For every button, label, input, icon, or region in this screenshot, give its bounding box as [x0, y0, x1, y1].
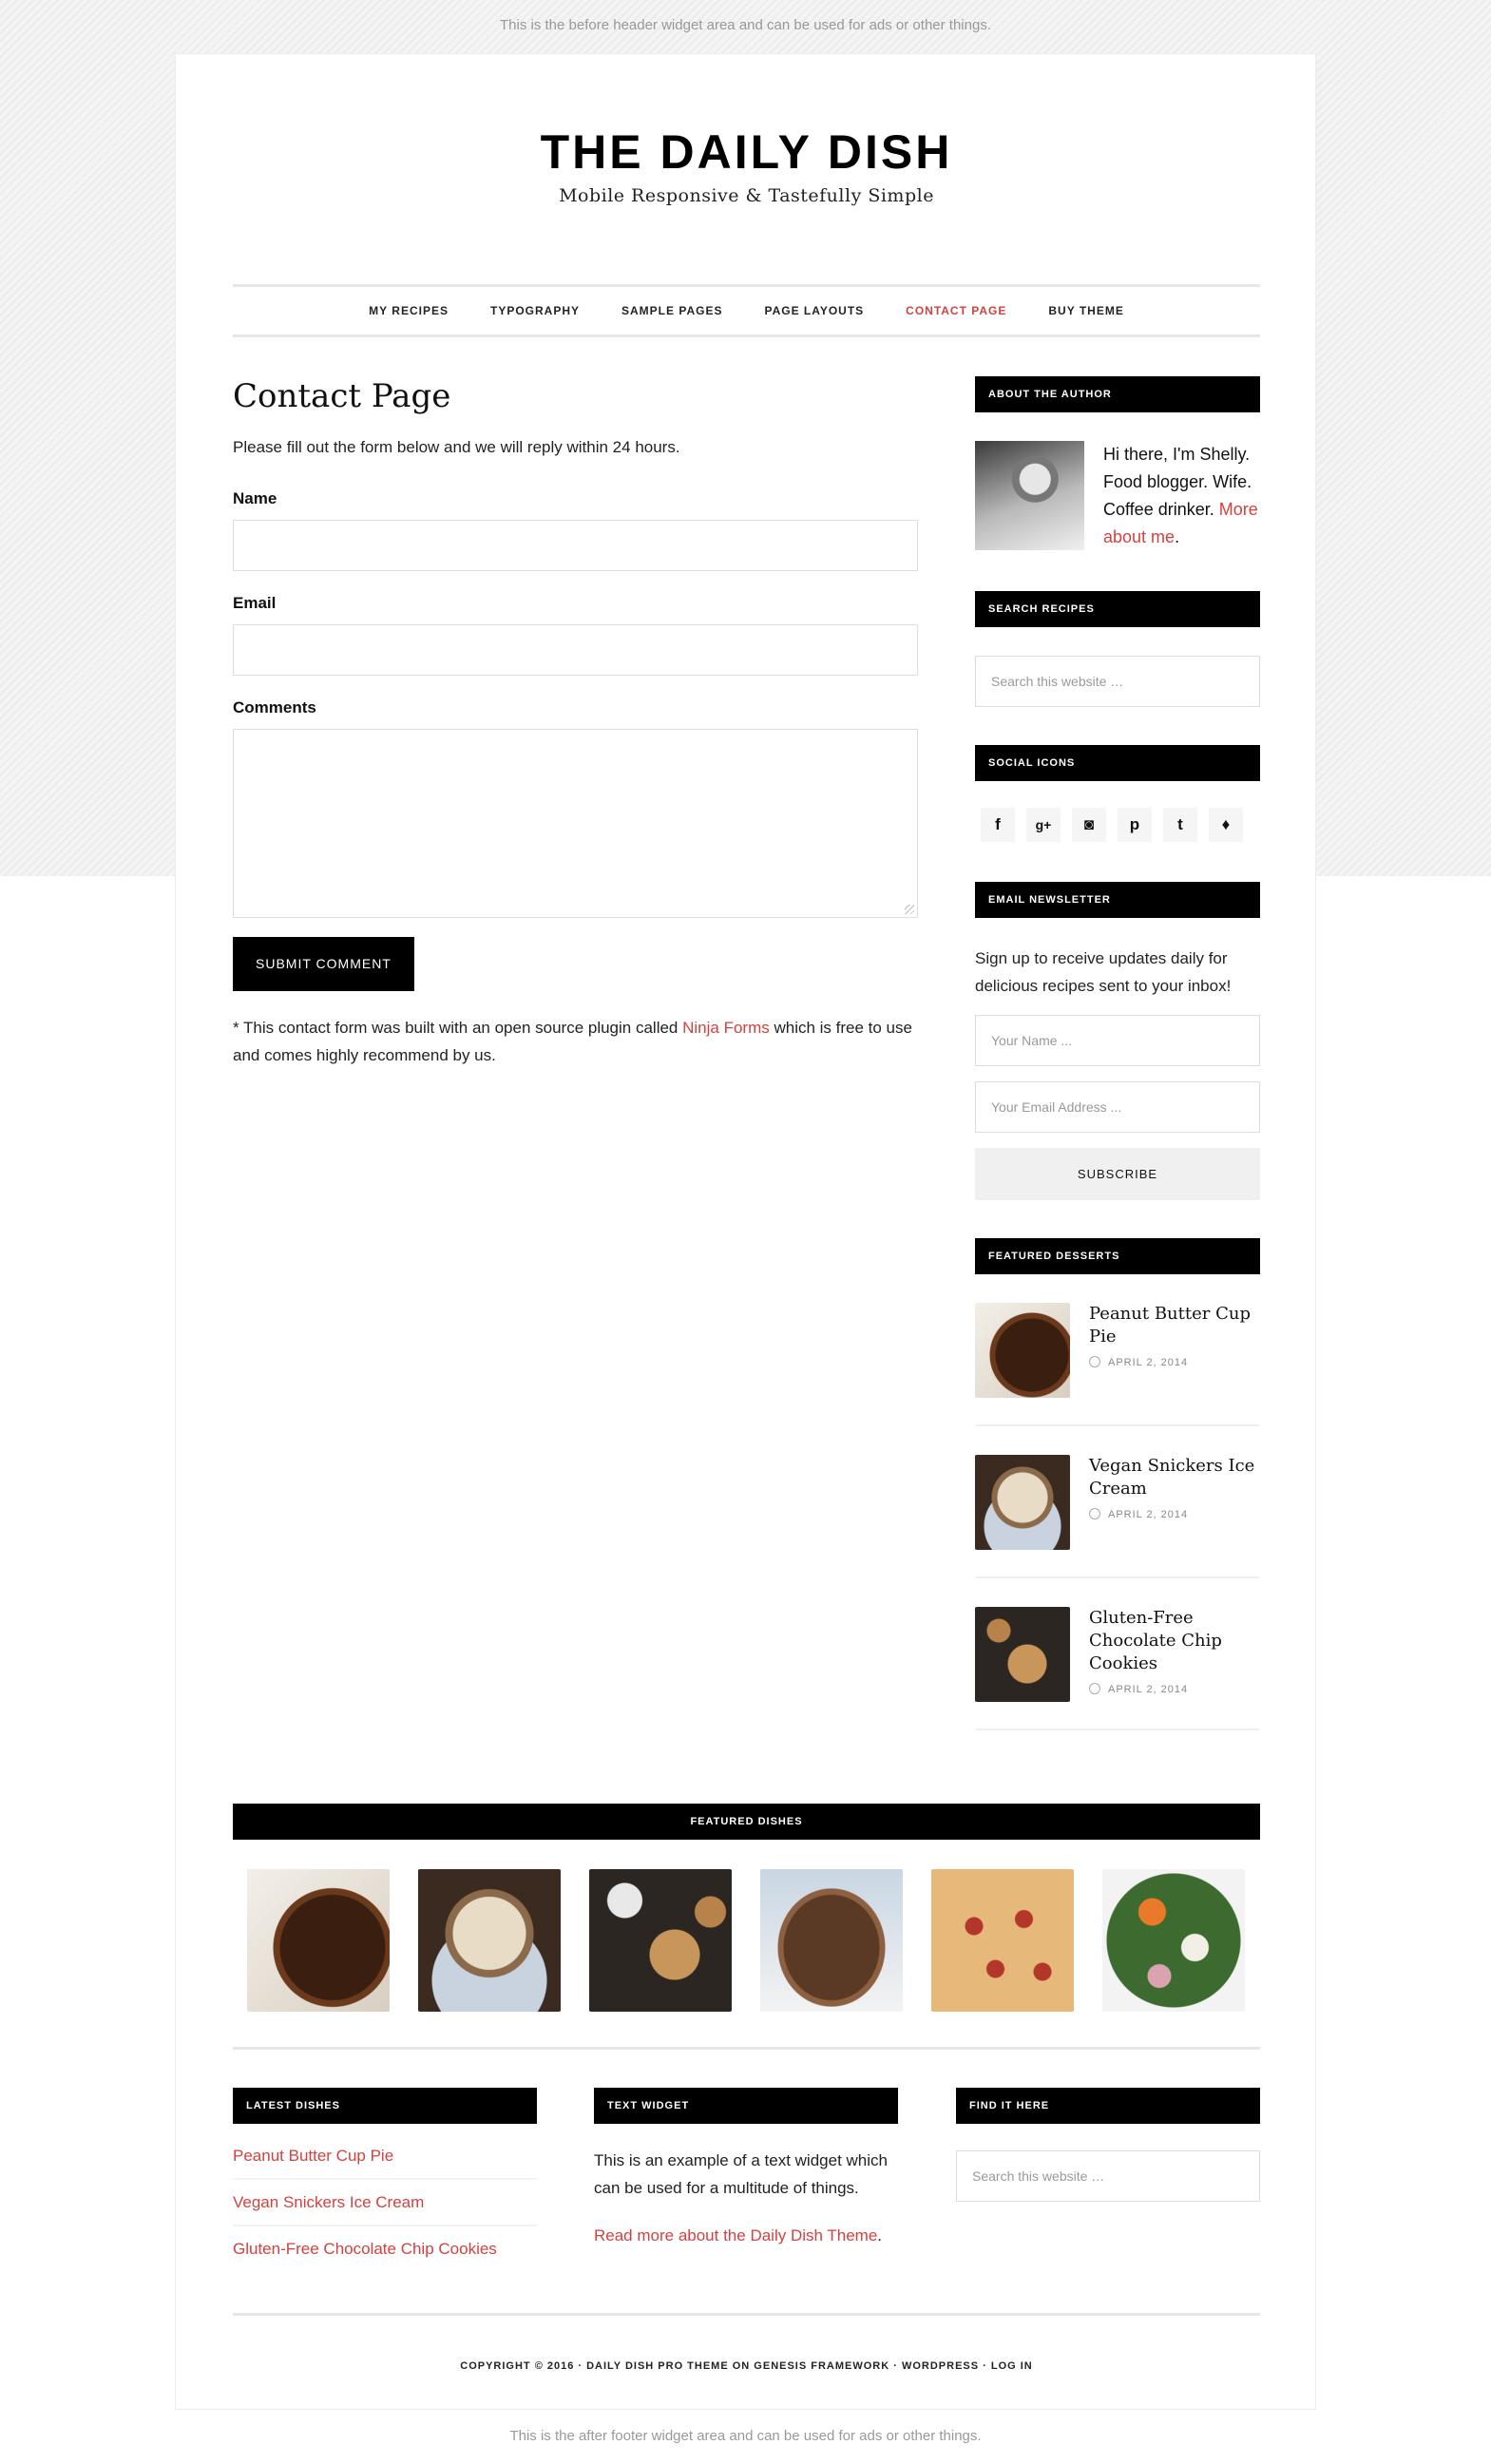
featured-dishes-row: [247, 1869, 1245, 2012]
footer-widget-find: FIND IT HERE Search this website …: [956, 2088, 1260, 2202]
nav-item-my-recipes[interactable]: MY RECIPES: [348, 304, 469, 317]
tumblr-icon[interactable]: t: [1163, 808, 1197, 842]
main-content: Contact Page Please fill out the form be…: [233, 377, 918, 1069]
footer-divider: [233, 2313, 1260, 2316]
nav-item-typography[interactable]: TYPOGRAPHY: [469, 304, 601, 317]
search-recipes-title: SEARCH RECIPES: [975, 591, 1260, 627]
subscribe-button[interactable]: SUBSCRIBE: [975, 1148, 1260, 1200]
ninja-forms-link[interactable]: Ninja Forms: [682, 1019, 770, 1037]
dessert-title[interactable]: Peanut Butter Cup Pie: [1089, 1303, 1260, 1348]
latest-dish-link[interactable]: Vegan Snickers Ice Cream: [233, 2180, 537, 2226]
newsletter-email-input[interactable]: Your Email Address ...: [975, 1081, 1260, 1133]
footer-search-input[interactable]: Search this website …: [956, 2150, 1260, 2202]
featured-dishes-title: FEATURED DISHES: [233, 1804, 1260, 1840]
after-footer-widget: This is the after footer widget area and…: [509, 2428, 982, 2444]
email-field[interactable]: [233, 624, 918, 676]
read-more-link[interactable]: Read more about the Daily Dish Theme: [594, 2226, 877, 2244]
sidebar-search-input[interactable]: Search this website …: [975, 656, 1260, 707]
dessert-thumbnail[interactable]: [975, 1607, 1070, 1702]
social-icons-title: SOCIAL ICONS: [975, 745, 1260, 781]
site-container: THE DAILY DISH Mobile Responsive & Taste…: [175, 53, 1316, 2410]
dessert-thumbnail[interactable]: [975, 1303, 1070, 1398]
newsletter-name-input[interactable]: Your Name ...: [975, 1015, 1260, 1066]
footer-widget-latest: LATEST DISHES Peanut Butter Cup Pie Vega…: [233, 2088, 537, 2271]
dessert-title[interactable]: Vegan Snickers Ice Cream: [1089, 1455, 1260, 1500]
text-widget-body: This is an example of a text widget whic…: [594, 2151, 888, 2197]
instagram-icon[interactable]: ◙: [1072, 808, 1106, 842]
find-it-here-title: FIND IT HERE: [956, 2088, 1260, 2124]
resize-handle-icon[interactable]: [905, 905, 914, 914]
dessert-date: APRIL 2, 2014: [1089, 1683, 1260, 1695]
form-note: * This contact form was built with an op…: [233, 1014, 918, 1069]
social-icons: f g+ ◙ p t ♦: [975, 808, 1260, 842]
clock-icon: [1089, 1508, 1100, 1519]
dish-thumbnail[interactable]: [247, 1869, 390, 2012]
latest-dish-link[interactable]: Peanut Butter Cup Pie: [233, 2124, 537, 2180]
featured-desserts-title: FEATURED DESSERTS: [975, 1238, 1260, 1274]
submit-comment-button[interactable]: SUBMIT COMMENT: [233, 937, 414, 991]
about-link-suffix: .: [1175, 527, 1180, 546]
dish-thumbnail[interactable]: [931, 1869, 1074, 2012]
dish-thumbnail[interactable]: [760, 1869, 903, 2012]
contact-form: Name Email Comments SUBMIT COMMENT: [233, 489, 918, 991]
nav-item-contact-page[interactable]: CONTACT PAGE: [885, 304, 1027, 317]
dish-thumbnail[interactable]: [1102, 1869, 1245, 2012]
comments-label: Comments: [233, 698, 316, 716]
site-title[interactable]: THE DAILY DISH: [176, 124, 1317, 180]
email-newsletter-title: EMAIL NEWSLETTER: [975, 882, 1260, 918]
text-widget-link-line: Read more about the Daily Dish Theme.: [594, 2226, 883, 2244]
latest-dishes-title: LATEST DISHES: [233, 2088, 537, 2124]
primary-nav: MY RECIPES TYPOGRAPHY SAMPLE PAGES PAGE …: [233, 284, 1260, 337]
nav-item-sample-pages[interactable]: SAMPLE PAGES: [601, 304, 743, 317]
dish-thumbnail[interactable]: [589, 1869, 732, 2012]
name-label: Name: [233, 489, 277, 507]
google-plus-icon[interactable]: g+: [1026, 808, 1061, 842]
text-widget-title: TEXT WIDGET: [594, 2088, 898, 2124]
dessert-date: APRIL 2, 2014: [1089, 1356, 1260, 1368]
featured-dessert-item[interactable]: Gluten-Free Chocolate Chip Cookies APRIL…: [975, 1578, 1260, 1730]
featured-dessert-item[interactable]: Vegan Snickers Ice Cream APRIL 2, 2014: [975, 1426, 1260, 1578]
note-text-before: * This contact form was built with an op…: [233, 1019, 683, 1037]
facebook-icon[interactable]: f: [981, 808, 1015, 842]
copyright-text[interactable]: COPYRIGHT © 2016 · DAILY DISH PRO THEME …: [176, 2360, 1317, 2372]
featured-dessert-item[interactable]: Peanut Butter Cup Pie APRIL 2, 2014: [975, 1274, 1260, 1426]
clock-icon: [1089, 1356, 1100, 1367]
dessert-title[interactable]: Gluten-Free Chocolate Chip Cookies: [1089, 1607, 1260, 1675]
name-field[interactable]: [233, 520, 918, 571]
comments-textarea[interactable]: [233, 729, 918, 918]
author-text: Hi there, I'm Shelly. Food blogger. Wife…: [1103, 441, 1260, 551]
dessert-date: APRIL 2, 2014: [1089, 1508, 1260, 1520]
clock-icon: [1089, 1683, 1100, 1694]
nav-item-buy-theme[interactable]: BUY THEME: [1027, 304, 1144, 317]
latest-dishes-list: Peanut Butter Cup Pie Vegan Snickers Ice…: [233, 2124, 537, 2271]
about-author-title: ABOUT THE AUTHOR: [975, 376, 1260, 412]
site-description: Mobile Responsive & Tastefully Simple: [559, 185, 934, 206]
email-label: Email: [233, 594, 277, 612]
footer-widget-text: TEXT WIDGET This is an example of a text…: [594, 2088, 898, 2245]
dessert-thumbnail[interactable]: [975, 1455, 1070, 1550]
before-header-widget: This is the before header widget area an…: [500, 17, 991, 33]
sidebar: ABOUT THE AUTHOR Hi there, I'm Shelly. F…: [975, 376, 1260, 1730]
author-widget: Hi there, I'm Shelly. Food blogger. Wife…: [975, 441, 1260, 551]
latest-dish-link[interactable]: Gluten-Free Chocolate Chip Cookies: [233, 2226, 537, 2271]
dish-thumbnail[interactable]: [418, 1869, 561, 2012]
intro-text: Please fill out the form below and we wi…: [233, 438, 680, 456]
author-photo: [975, 441, 1084, 550]
section-divider: [233, 2047, 1260, 2050]
page-title: Contact Page: [233, 377, 451, 415]
nav-item-page-layouts[interactable]: PAGE LAYOUTS: [743, 304, 885, 317]
twitter-icon[interactable]: ♦: [1209, 808, 1243, 842]
newsletter-text: Sign up to receive updates daily for del…: [975, 949, 1232, 995]
pinterest-icon[interactable]: p: [1118, 808, 1152, 842]
